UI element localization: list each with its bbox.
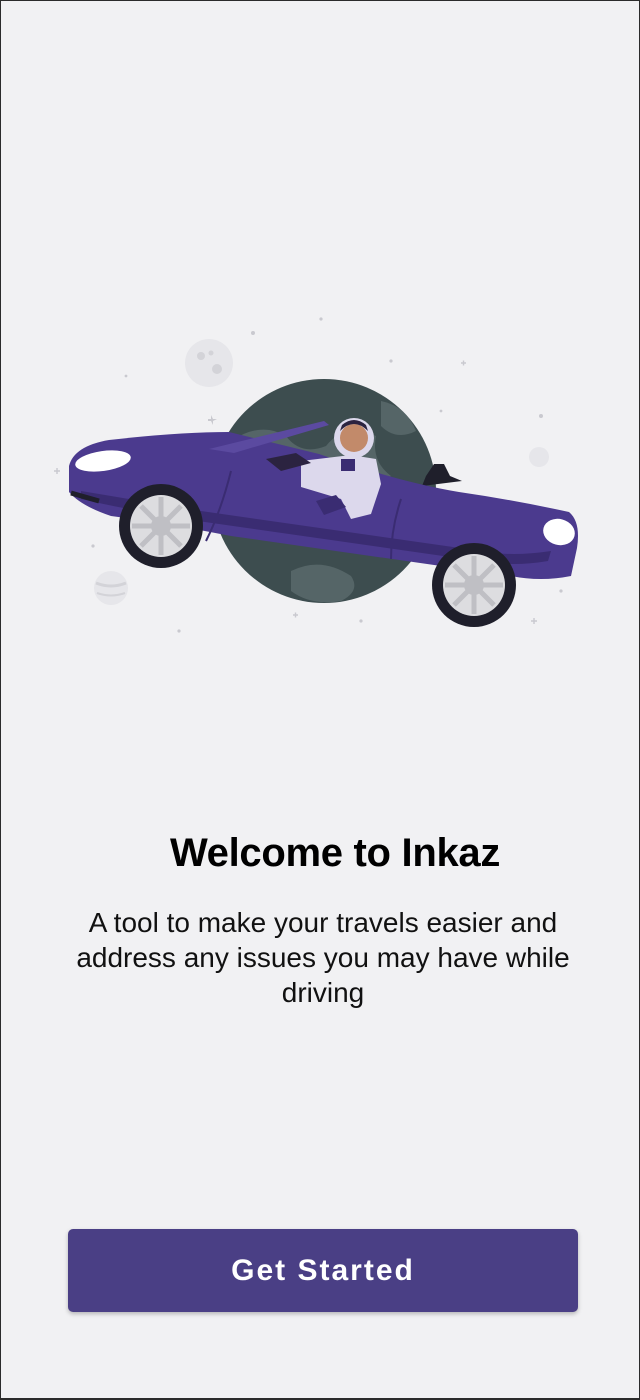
- welcome-screen: Welcome to Inkaz A tool to make your tra…: [0, 0, 640, 1400]
- rear-wheel: [432, 543, 516, 627]
- welcome-description: A tool to make your travels easier and a…: [76, 907, 570, 1008]
- front-wheel: [119, 484, 203, 568]
- welcome-title: Welcome to Inkaz: [169, 831, 501, 875]
- get-started-button[interactable]: Get Started: [68, 1229, 578, 1312]
- astronaut-car-illustration: [41, 301, 601, 661]
